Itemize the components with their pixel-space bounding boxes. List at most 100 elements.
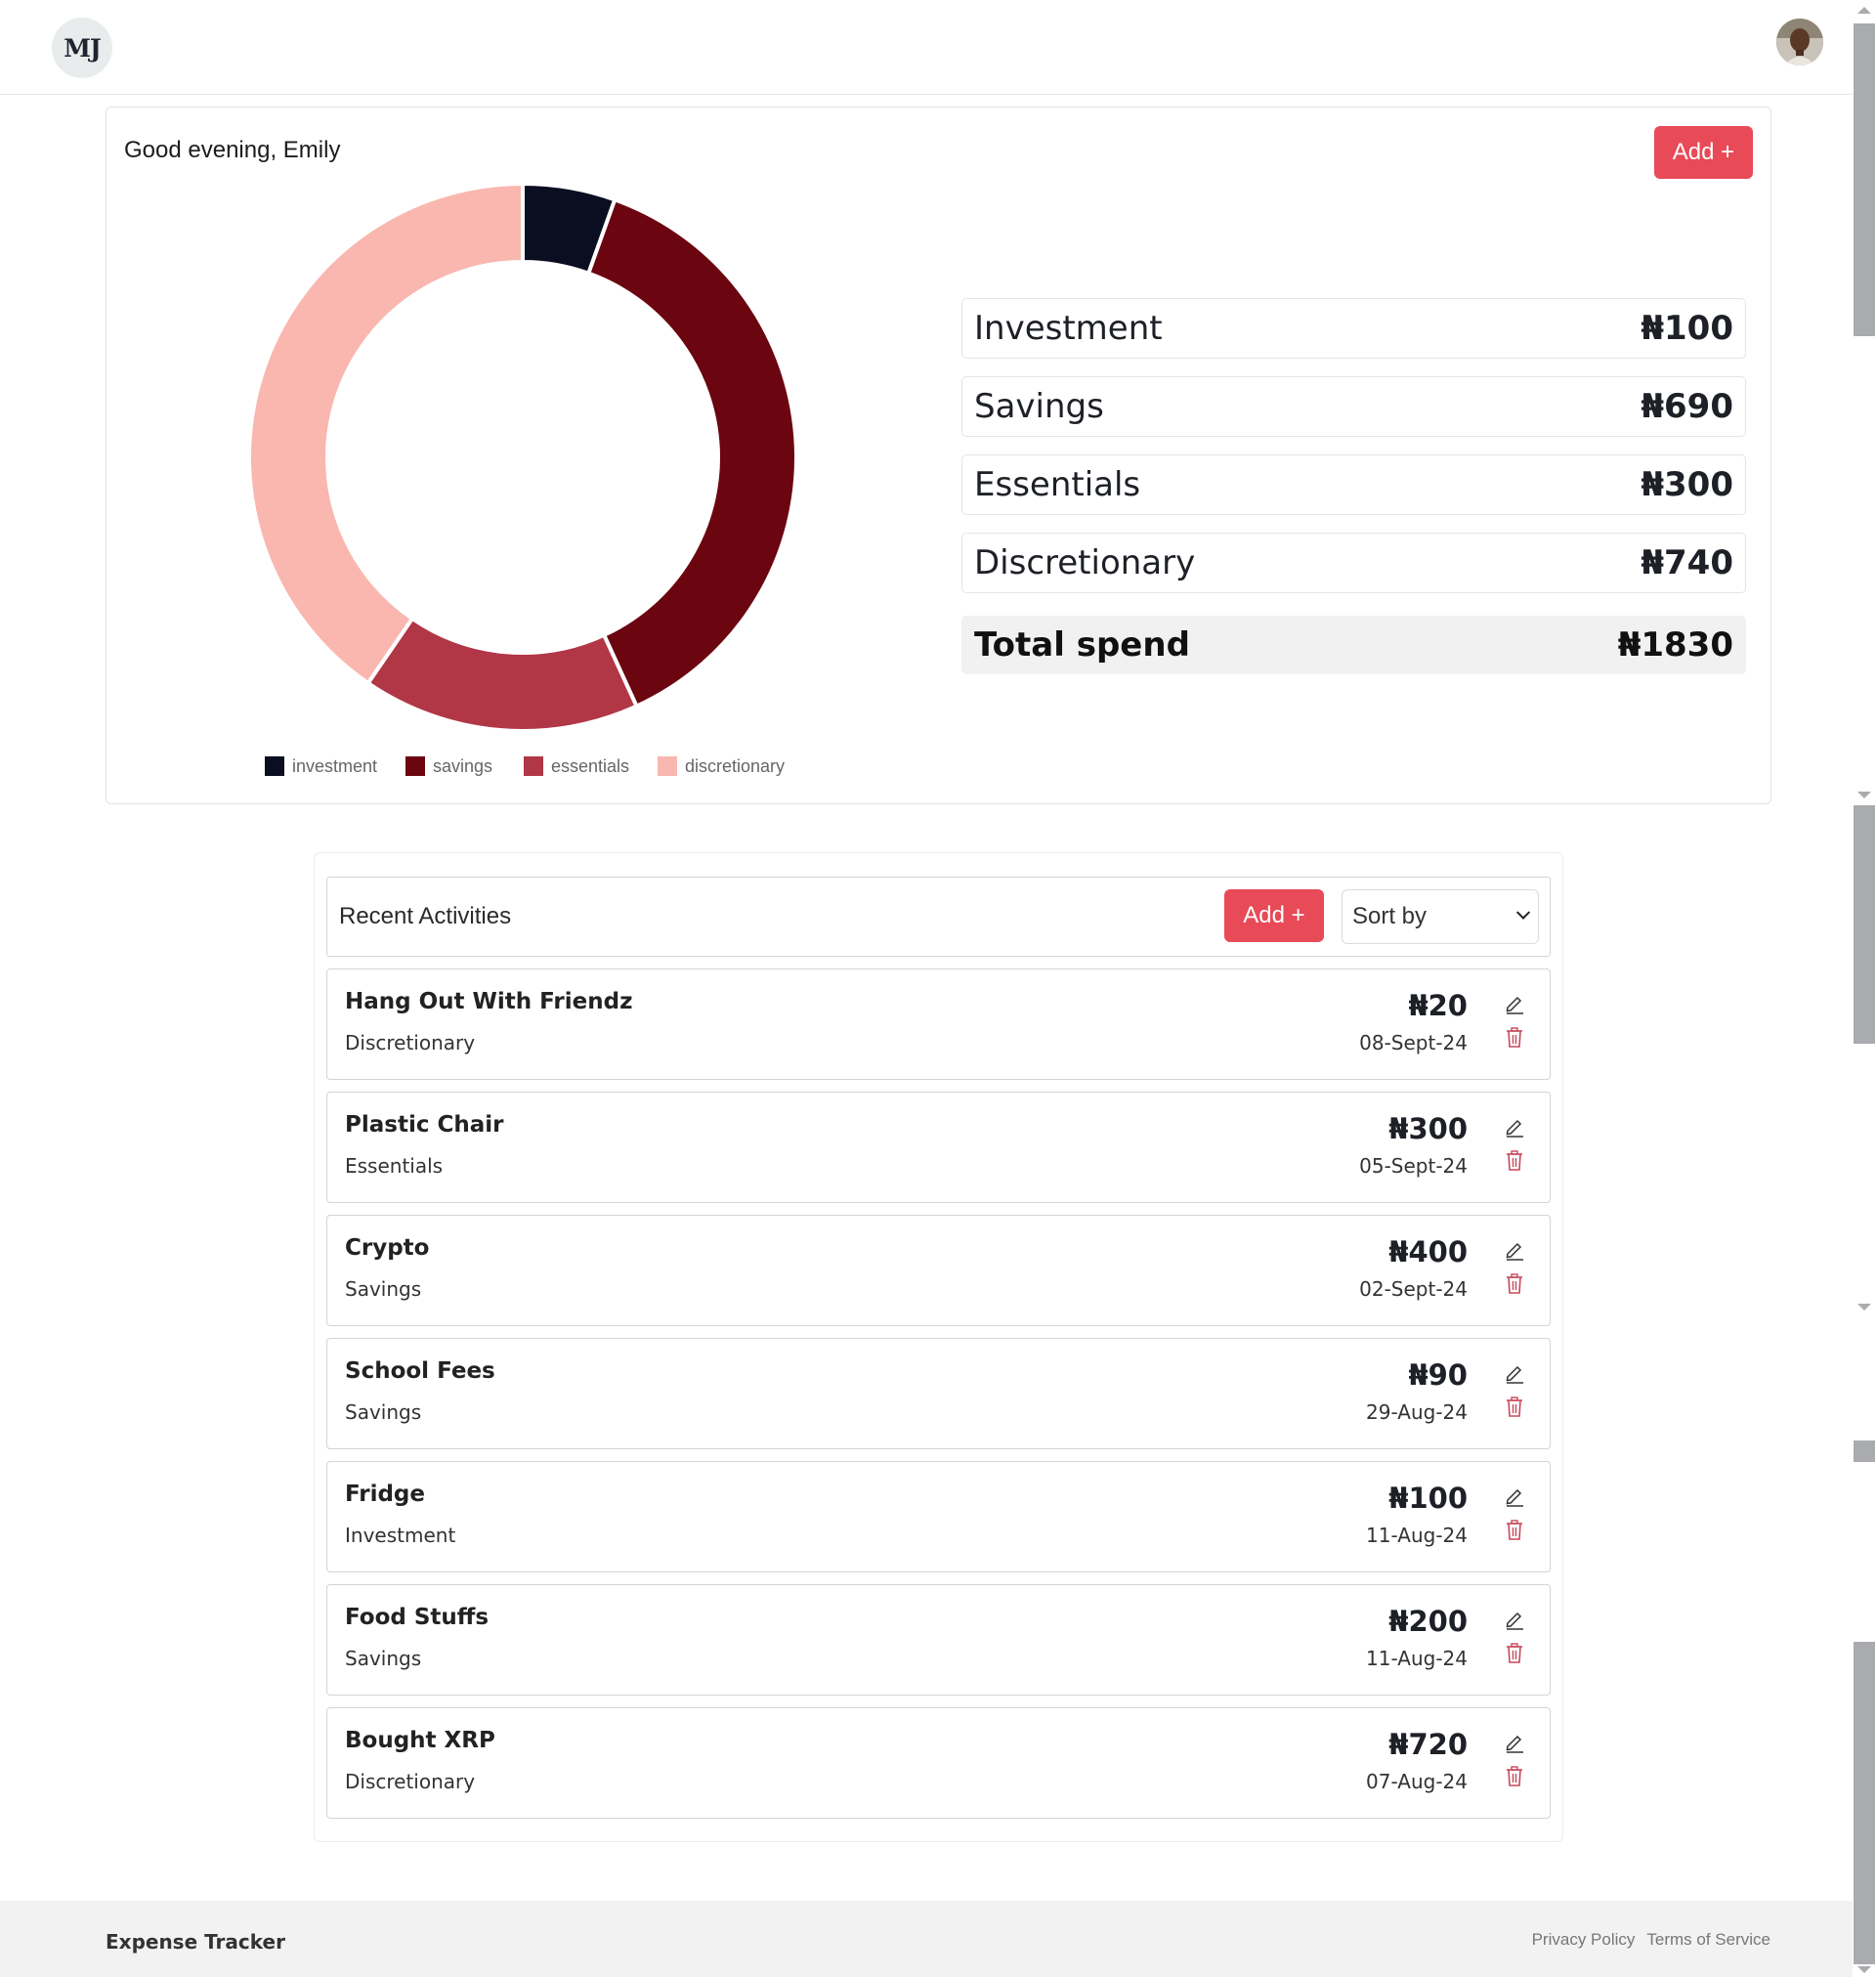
activity-amount: ₦100 [1388, 1482, 1468, 1515]
footer-links: Privacy Policy Terms of Service [1532, 1930, 1770, 1950]
activity-category: Savings [345, 1277, 422, 1301]
legend-swatch [265, 756, 284, 776]
scrollbar-thumb[interactable] [1854, 1440, 1875, 1462]
activity-title: Bought XRP [345, 1728, 495, 1753]
scroll-up-arrow-icon[interactable] [1857, 7, 1871, 14]
activity-title: Crypto [345, 1235, 430, 1261]
scrollbar-thumb[interactable] [1854, 805, 1875, 1044]
legend-swatch [405, 756, 425, 776]
slice-essentials[interactable] [364, 616, 640, 733]
legend-item-savings[interactable]: savings [405, 755, 492, 777]
activity-date: 11-Aug-24 [1366, 1524, 1468, 1547]
activity-category: Savings [345, 1400, 422, 1424]
category-row-essentials: Essentials ₦300 [961, 454, 1746, 515]
pencil-icon[interactable] [1504, 1362, 1525, 1384]
activity-item[interactable]: Crypto Savings ₦400 02-Sept-24 [326, 1215, 1551, 1326]
activity-amount: ₦20 [1408, 989, 1468, 1022]
category-amount: ₦100 [1641, 309, 1733, 348]
activity-date: 02-Sept-24 [1359, 1277, 1468, 1301]
user-avatar[interactable] [1776, 19, 1823, 65]
slice-discretionary[interactable] [247, 181, 525, 686]
trash-icon[interactable] [1505, 1150, 1524, 1172]
activity-amount: ₦90 [1408, 1358, 1468, 1392]
activity-item[interactable]: Plastic Chair Essentials ₦300 05-Sept-24 [326, 1092, 1551, 1203]
activity-amount: ₦300 [1388, 1112, 1468, 1145]
activity-title: Plastic Chair [345, 1112, 504, 1138]
legend-swatch [658, 756, 677, 776]
activity-category: Savings [345, 1647, 422, 1670]
category-label: Investment [974, 309, 1163, 348]
activity-item[interactable]: Food Stuffs Savings ₦200 11-Aug-24 [326, 1584, 1551, 1696]
scrollbar-thumb[interactable] [1854, 23, 1875, 336]
legend-item-investment[interactable]: investment [265, 755, 377, 777]
activity-item[interactable]: Fridge Investment ₦100 11-Aug-24 [326, 1461, 1551, 1572]
footer-brand: Expense Tracker [106, 1930, 285, 1954]
activity-category: Discretionary [345, 1031, 476, 1054]
legend-item-discretionary[interactable]: discretionary [658, 755, 785, 777]
sort-by-select[interactable]: Sort by [1342, 889, 1539, 944]
legend-label: discretionary [685, 755, 786, 776]
privacy-policy-link[interactable]: Privacy Policy [1532, 1930, 1636, 1950]
category-amount: ₦300 [1641, 465, 1733, 504]
trash-icon[interactable] [1505, 1766, 1524, 1787]
category-row-investment: Investment ₦100 [961, 298, 1746, 359]
recent-activities-card: Recent Activities Add + Sort by Hang Out… [314, 852, 1563, 1842]
scrollbar-thumb[interactable] [1854, 1642, 1875, 1964]
activity-item[interactable]: Hang Out With Friendz Discretionary ₦20 … [326, 968, 1551, 1080]
activity-title: Food Stuffs [345, 1605, 490, 1630]
activity-amount: ₦400 [1388, 1235, 1468, 1268]
top-navbar: MJ [0, 0, 1853, 95]
category-amount: ₦690 [1641, 387, 1733, 426]
trash-icon[interactable] [1505, 1643, 1524, 1664]
pencil-icon[interactable] [1504, 1116, 1525, 1138]
pencil-icon[interactable] [1504, 1609, 1525, 1630]
activity-item[interactable]: School Fees Savings ₦90 29-Aug-24 [326, 1338, 1551, 1449]
category-amount: ₦740 [1641, 543, 1733, 582]
legend-swatch [524, 756, 543, 776]
legend-label: investment [292, 755, 378, 776]
legend-label: savings [433, 755, 493, 776]
category-label: Savings [974, 387, 1104, 426]
pencil-icon[interactable] [1504, 1239, 1525, 1261]
scroll-down-arrow-icon[interactable] [1857, 1966, 1871, 1973]
chevron-down-icon [1515, 905, 1531, 920]
slice-savings[interactable] [585, 196, 798, 709]
category-row-discretionary: Discretionary ₦740 [961, 533, 1746, 593]
activity-item[interactable]: Bought XRP Discretionary ₦720 07-Aug-24 [326, 1707, 1551, 1819]
trash-icon[interactable] [1505, 1273, 1524, 1295]
total-label: Total spend [974, 625, 1190, 665]
activity-date: 29-Aug-24 [1366, 1400, 1468, 1424]
category-row-savings: Savings ₦690 [961, 376, 1746, 437]
activity-amount: ₦200 [1388, 1605, 1468, 1638]
legend-item-essentials[interactable]: essentials [524, 755, 629, 777]
activity-date: 05-Sept-24 [1359, 1154, 1468, 1178]
page-footer: Expense Tracker Privacy Policy Terms of … [0, 1901, 1853, 1977]
pencil-icon[interactable] [1504, 993, 1525, 1014]
add-activity-button[interactable]: Add + [1224, 889, 1324, 942]
app-logo[interactable]: MJ [52, 18, 112, 78]
trash-icon[interactable] [1505, 1520, 1524, 1541]
pencil-icon[interactable] [1504, 1485, 1525, 1507]
activity-amount: ₦720 [1388, 1728, 1468, 1761]
activity-title: Fridge [345, 1482, 425, 1507]
activity-category: Essentials [345, 1154, 444, 1178]
activity-category: Discretionary [345, 1770, 476, 1793]
activity-date: 08-Sept-24 [1359, 1031, 1468, 1054]
total-amount: ₦1830 [1617, 625, 1733, 665]
legend-label: essentials [551, 755, 630, 776]
category-label: Discretionary [974, 543, 1196, 582]
activities-header: Recent Activities Add + Sort by [326, 877, 1551, 957]
pencil-icon[interactable] [1504, 1732, 1525, 1753]
summary-card: Good evening, Emily Add + investment savi… [106, 107, 1771, 804]
scroll-down-arrow-icon[interactable] [1857, 792, 1871, 798]
activity-title: School Fees [345, 1358, 495, 1384]
activity-date: 07-Aug-24 [1366, 1770, 1468, 1793]
scroll-down-arrow-icon[interactable] [1857, 1304, 1871, 1311]
sort-by-label: Sort by [1352, 903, 1428, 929]
activity-title: Hang Out With Friendz [345, 989, 633, 1014]
activity-date: 11-Aug-24 [1366, 1647, 1468, 1670]
total-spend-row: Total spend ₦1830 [961, 616, 1746, 674]
trash-icon[interactable] [1505, 1027, 1524, 1049]
trash-icon[interactable] [1505, 1397, 1524, 1418]
terms-of-service-link[interactable]: Terms of Service [1646, 1930, 1770, 1950]
